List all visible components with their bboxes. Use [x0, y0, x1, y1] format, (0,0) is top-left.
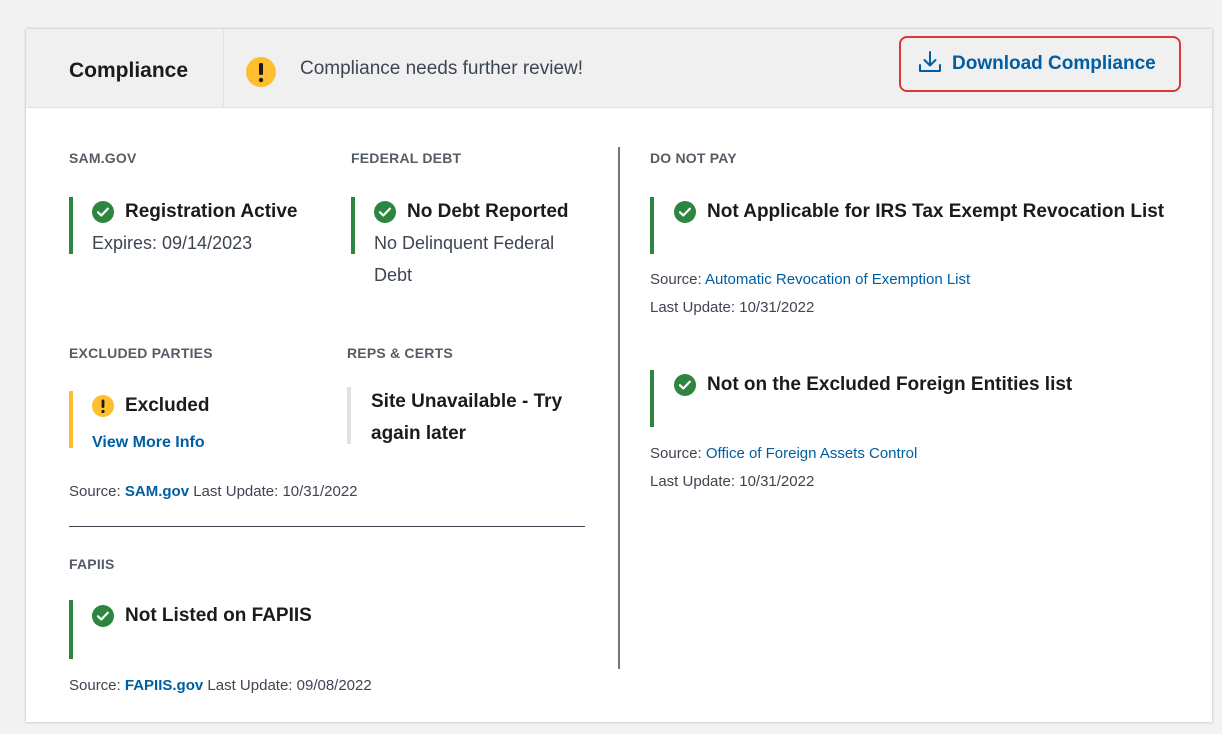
ofac-source-label: Source: — [650, 445, 702, 462]
excluded-status-label: Excluded — [125, 395, 210, 416]
view-more-info-link[interactable]: View More Info — [92, 434, 205, 452]
sam-expiry: Expires: 09/14/2023 — [92, 233, 253, 253]
fapiis-status: Not Listed on FAPIIS — [92, 605, 312, 627]
warning-icon — [92, 395, 114, 417]
sam-status-bar — [69, 197, 73, 254]
irs-status-bar — [650, 197, 654, 254]
excluded-status: Excluded — [92, 395, 209, 417]
fapiis-source-label: Source: — [69, 677, 121, 694]
check-circle-icon — [674, 201, 696, 223]
fapiis-last-update: Last Update: 09/08/2022 — [207, 677, 372, 694]
federal-debt-heading: FEDERAL DEBT — [351, 150, 462, 166]
reps-certs-heading: REPS & CERTS — [347, 345, 453, 361]
sam-heading: SAM.GOV — [69, 150, 137, 166]
irs-status: Not Applicable for IRS Tax Exempt Revoca… — [674, 201, 1164, 223]
ofac-source-line: Source: Office of Foreign Assets Control — [650, 445, 917, 462]
ofac-link[interactable]: Office of Foreign Assets Control — [706, 445, 918, 462]
compliance-status-message: Compliance needs further review! — [300, 58, 584, 79]
warning-icon — [245, 56, 277, 93]
ofac-last-update: Last Update: 10/31/2022 — [650, 473, 815, 490]
fapiis-heading: FAPIIS — [69, 556, 115, 572]
compliance-card: Compliance Compliance needs further revi… — [26, 29, 1212, 722]
revocation-list-link[interactable]: Automatic Revocation of Exemption List — [705, 271, 970, 288]
column-divider — [618, 147, 620, 669]
irs-source-label: Source: — [650, 271, 702, 288]
sam-source-line: Source: SAM.gov Last Update: 10/31/2022 — [69, 483, 358, 500]
download-icon — [918, 50, 942, 79]
foreign-entities-status-label: Not on the Excluded Foreign Entities lis… — [707, 374, 1073, 395]
sam-gov-link[interactable]: SAM.gov — [125, 483, 189, 500]
fapiis-source-line: Source: FAPIIS.gov Last Update: 09/08/20… — [69, 677, 372, 694]
federal-debt-detail-line1: No Delinquent Federal — [374, 233, 555, 253]
excluded-status-bar — [69, 391, 73, 448]
reps-certs-status-bar — [347, 387, 351, 444]
sam-last-update: Last Update: 10/31/2022 — [193, 483, 358, 500]
do-not-pay-heading: DO NOT PAY — [650, 150, 737, 166]
check-circle-icon — [92, 201, 114, 223]
sam-source-label: Source: — [69, 483, 121, 500]
foreign-entities-status: Not on the Excluded Foreign Entities lis… — [674, 374, 1072, 396]
sam-status-label: Registration Active — [125, 201, 298, 222]
federal-debt-status: No Debt Reported — [374, 201, 569, 223]
download-compliance-button[interactable]: Download Compliance — [899, 36, 1181, 92]
irs-source-line: Source: Automatic Revocation of Exemptio… — [650, 271, 970, 288]
section-divider — [69, 526, 585, 527]
compliance-header: Compliance Compliance needs further revi… — [26, 29, 1212, 108]
reps-certs-status-line2: again later — [371, 423, 467, 444]
fapiis-gov-link[interactable]: FAPIIS.gov — [125, 677, 203, 694]
excluded-parties-heading: EXCLUDED PARTIES — [69, 345, 213, 361]
compliance-title: Compliance — [69, 59, 189, 82]
header-divider — [223, 29, 224, 107]
fapiis-status-bar — [69, 600, 73, 659]
federal-debt-detail-line2: Debt — [374, 265, 413, 285]
federal-debt-status-bar — [351, 197, 355, 254]
irs-last-update: Last Update: 10/31/2022 — [650, 299, 815, 316]
sam-status: Registration Active — [92, 201, 297, 223]
reps-certs-status-line1: Site Unavailable - Try — [371, 391, 563, 412]
check-circle-icon — [92, 605, 114, 627]
check-circle-icon — [674, 374, 696, 396]
irs-status-label: Not Applicable for IRS Tax Exempt Revoca… — [707, 201, 1165, 222]
federal-debt-status-label: No Debt Reported — [407, 201, 569, 222]
check-circle-icon — [374, 201, 396, 223]
download-compliance-label: Download Compliance — [952, 53, 1156, 74]
fapiis-status-label: Not Listed on FAPIIS — [125, 605, 312, 626]
foreign-entities-status-bar — [650, 370, 654, 427]
